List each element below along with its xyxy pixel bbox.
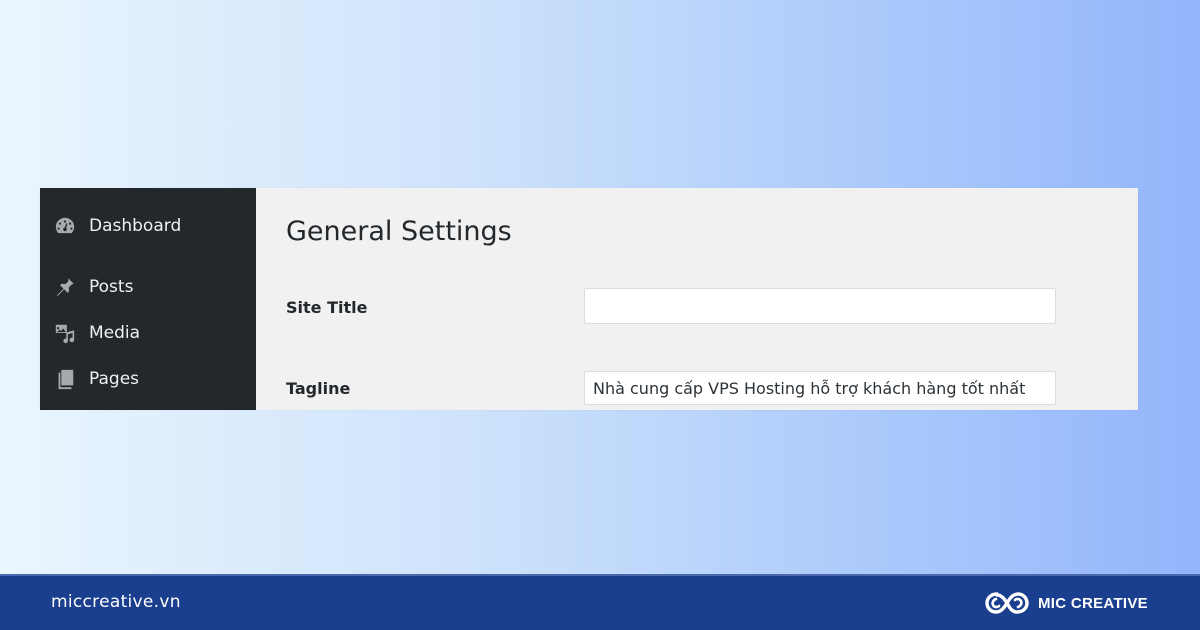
sidebar-item-label: Media — [89, 323, 141, 343]
tagline-label: Tagline — [286, 379, 351, 398]
website-url[interactable]: miccreative.vn — [51, 592, 181, 612]
sidebar-item-pages[interactable]: Pages — [40, 367, 256, 391]
page-title: General Settings — [286, 216, 512, 247]
admin-sidebar: Dashboard Posts Media Pages — [40, 188, 256, 410]
media-icon — [53, 321, 77, 345]
sidebar-item-label: Posts — [89, 277, 134, 297]
brand: MIC CREATIVE — [984, 588, 1148, 618]
footer-bar: miccreative.vn MIC CREATIVE — [0, 574, 1200, 630]
sidebar-item-label: Pages — [89, 369, 140, 389]
pages-icon — [53, 367, 77, 391]
wordpress-screenshot: Dashboard Posts Media Pages General Sett… — [40, 188, 1138, 410]
dashboard-icon — [53, 214, 77, 238]
settings-content: General Settings Site Title Tagline — [256, 188, 1138, 410]
sidebar-item-media[interactable]: Media — [40, 321, 256, 345]
mic-creative-logo-icon — [985, 592, 1029, 614]
site-title-input[interactable] — [584, 288, 1056, 324]
brand-name: MIC CREATIVE — [1038, 594, 1148, 612]
site-title-label: Site Title — [286, 298, 368, 317]
sidebar-item-posts[interactable]: Posts — [40, 275, 256, 299]
pin-icon — [53, 275, 77, 299]
sidebar-item-dashboard[interactable]: Dashboard — [40, 214, 256, 238]
sidebar-item-label: Dashboard — [89, 216, 182, 236]
tagline-input[interactable] — [584, 371, 1056, 405]
